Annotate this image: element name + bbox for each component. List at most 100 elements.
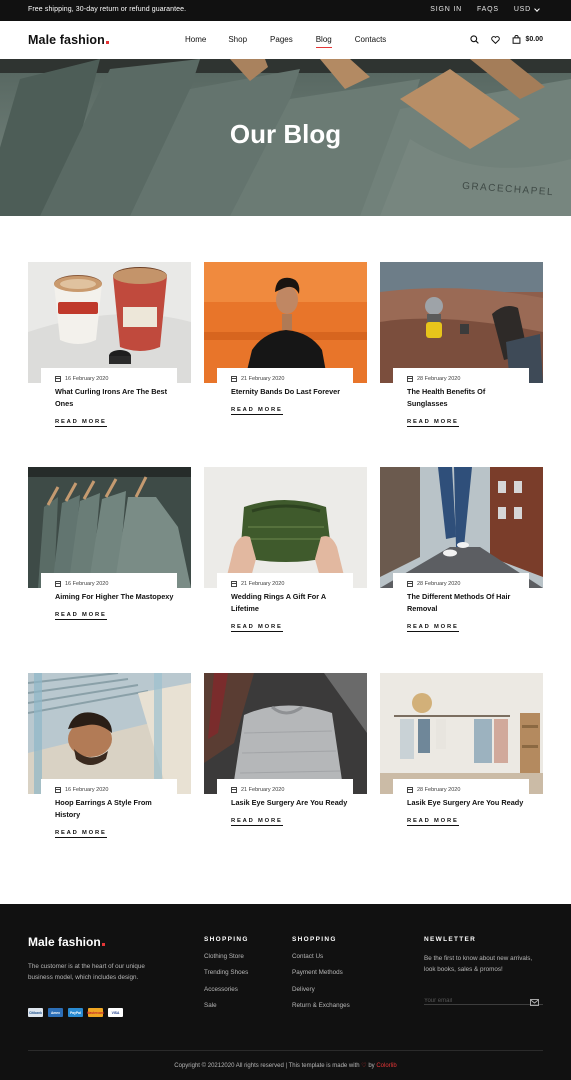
post-title[interactable]: Aiming For Higher The Mastopexy (55, 591, 175, 603)
nav-blog[interactable]: Blog (315, 35, 332, 48)
faqs-link[interactable]: FAQS (477, 6, 499, 13)
newsletter-form (424, 989, 543, 1006)
footer-link-trending-shoes[interactable]: Trending Shoes (204, 969, 249, 976)
post-title[interactable]: The Different Methods Of Hair Removal (407, 591, 527, 615)
logo-dot (105, 41, 109, 44)
read-more-link[interactable]: READ MORE (407, 818, 459, 826)
read-more-link[interactable]: READ MORE (407, 419, 459, 427)
blog-image-camping-kettle[interactable] (380, 262, 543, 383)
read-more-link[interactable]: READ MORE (231, 407, 283, 415)
currency-selector[interactable]: USD (514, 5, 540, 13)
post-title[interactable]: Wedding Rings A Gift For A Lifetime (231, 591, 351, 615)
cart-icon[interactable] (512, 35, 521, 44)
nav-shop[interactable]: Shop (228, 35, 247, 44)
calendar-icon (55, 376, 61, 382)
envelope-icon[interactable] (530, 993, 539, 1011)
post-date-text: 28 February 2020 (417, 581, 461, 587)
footer-shopping-column-2: SHOPPING Contact Us Payment Methods Deli… (292, 936, 350, 1009)
nav-home[interactable]: Home (185, 35, 206, 44)
calendar-icon (407, 787, 413, 793)
newsletter-heading: NEWLETTER (424, 936, 477, 943)
footer-logo-text: Male fashion (28, 935, 101, 949)
post-date: 28 February 2020 (407, 787, 529, 793)
logo[interactable]: Male fashion (28, 33, 109, 47)
post-date-text: 28 February 2020 (417, 376, 461, 382)
post-title[interactable]: What Curling Irons Are The Best Ones (55, 386, 175, 410)
calendar-icon (231, 581, 237, 587)
post-title[interactable]: Hoop Earrings A Style From History (55, 797, 175, 821)
newsletter-text: Be the first to know about new arrivals,… (424, 955, 533, 973)
post-title[interactable]: The Health Benefits Of Sunglasses (407, 386, 527, 410)
email-field[interactable] (424, 996, 524, 1004)
post-date-text: 16 February 2020 (65, 581, 109, 587)
header-icons: $0.00 (470, 35, 543, 44)
calendar-icon (407, 581, 413, 587)
colorlib-link[interactable]: Colorlib (376, 1063, 396, 1069)
heart-icon[interactable] (491, 35, 501, 44)
footer-description: The customer is at the heart of our uniq… (28, 963, 145, 981)
chevron-down-icon (534, 5, 540, 12)
visa-icon: VISA (108, 1008, 123, 1017)
blog-card-text: 16 February 2020 Hoop Earrings A Style F… (41, 779, 177, 845)
post-date-text: 28 February 2020 (417, 787, 461, 793)
sign-in-link[interactable]: SIGN IN (430, 6, 462, 13)
read-more-link[interactable]: READ MORE (231, 818, 283, 826)
footer-link-clothing-store[interactable]: Clothing Store (204, 953, 249, 960)
footer-link-payment-methods[interactable]: Payment Methods (292, 969, 350, 976)
nav-pages[interactable]: Pages (270, 35, 293, 44)
footer-shopping-column: SHOPPING Clothing Store Trending Shoes A… (204, 936, 249, 1009)
post-title[interactable]: Eternity Bands Do Last Forever (231, 386, 351, 398)
nav-contacts[interactable]: Contacts (355, 35, 387, 44)
footer-link-return-exchanges[interactable]: Return & Exchanges (292, 1002, 350, 1009)
copyright-by: by (368, 1063, 375, 1069)
blog-image-grey-shirt[interactable] (204, 673, 367, 794)
blog-image-shirts-on-hangers[interactable] (28, 467, 191, 588)
post-date: 28 February 2020 (407, 581, 529, 587)
blog-card-text: 28 February 2020 The Different Methods O… (393, 573, 529, 639)
footer-link-accessories[interactable]: Accessories (204, 986, 249, 993)
footer: Male fashion The customer is at the hear… (0, 904, 571, 1080)
copyright: Copyright © 20212020 All rights reserved… (0, 1062, 571, 1069)
footer-column-heading: SHOPPING (292, 936, 337, 943)
top-links: SIGN IN FAQS USD (430, 5, 540, 13)
search-icon[interactable] (470, 35, 480, 44)
calendar-icon (55, 581, 61, 587)
blog-image-coffee-cups[interactable] (28, 262, 191, 383)
footer-link-sale[interactable]: Sale (204, 1002, 249, 1009)
post-date: 16 February 2020 (55, 581, 177, 587)
footer-logo[interactable]: Male fashion (28, 935, 105, 949)
main-nav: Home Shop Pages Blog Contacts (185, 35, 387, 48)
read-more-link[interactable]: READ MORE (55, 612, 107, 620)
page-title: Our Blog (229, 119, 342, 149)
read-more-link[interactable]: READ MORE (231, 624, 283, 632)
post-date-text: 21 February 2020 (241, 787, 285, 793)
amex-icon: Amex (48, 1008, 63, 1017)
heart-icon: ♡ (361, 1063, 367, 1069)
calendar-icon (231, 787, 237, 793)
post-title[interactable]: Lasik Eye Surgery Are You Ready (231, 797, 351, 809)
post-date-text: 16 February 2020 (65, 787, 109, 793)
blog-image-clothing-store[interactable] (380, 673, 543, 794)
footer-divider (28, 1050, 543, 1051)
footer-column-heading: SHOPPING (204, 936, 249, 943)
post-title[interactable]: Lasik Eye Surgery Are You Ready (407, 797, 527, 809)
blog-card-text: 16 February 2020 Aiming For Higher The M… (41, 573, 177, 639)
read-more-link[interactable]: READ MORE (55, 830, 107, 838)
cart-total[interactable]: $0.00 (525, 36, 543, 43)
calendar-icon (231, 376, 237, 382)
blog-image-street-walk[interactable] (380, 467, 543, 588)
read-more-link[interactable]: READ MORE (55, 419, 107, 427)
blog-image-green-sweater[interactable] (204, 467, 367, 588)
read-more-link[interactable]: READ MORE (407, 624, 459, 632)
header: Male fashion Home Shop Pages Blog Contac… (0, 21, 571, 59)
blog-image-man-orange-wall[interactable] (204, 262, 367, 383)
blog-card-text: 28 February 2020 Lasik Eye Surgery Are Y… (393, 779, 529, 845)
footer-link-contact-us[interactable]: Contact Us (292, 953, 350, 960)
blog-image-man-lying[interactable] (28, 673, 191, 794)
newsletter: NEWLETTER Be the first to know about new… (424, 936, 543, 1006)
top-bar: Free shipping, 30-day return or refund g… (0, 0, 571, 21)
post-date-text: 16 February 2020 (65, 376, 109, 382)
footer-link-delivery[interactable]: Delivery (292, 986, 350, 993)
blog-card-text: 21 February 2020 Lasik Eye Surgery Are Y… (217, 779, 353, 845)
calendar-icon (407, 376, 413, 382)
